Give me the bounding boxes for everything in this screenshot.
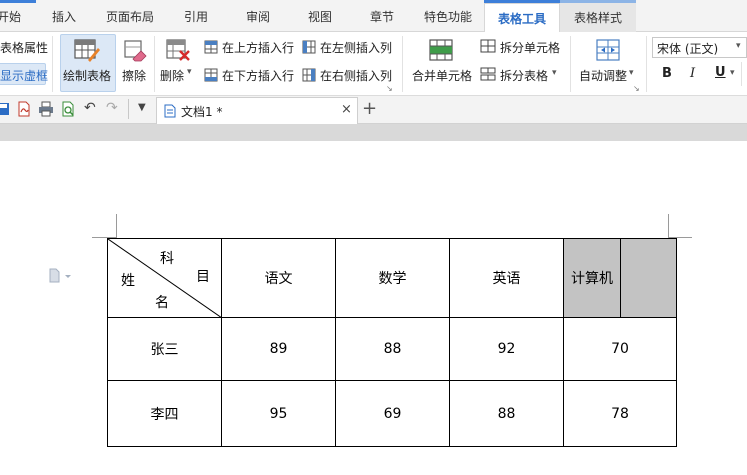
redo-icon[interactable]: ↷ [106, 100, 118, 116]
print-preview-icon[interactable] [60, 101, 76, 117]
split-table-button[interactable]: 拆分表格 [500, 67, 548, 84]
auto-fit-button[interactable]: 自动调整 [579, 67, 627, 84]
header-cell-empty-selected[interactable] [620, 238, 677, 318]
rows-columns-expand-icon[interactable]: ↘ [386, 84, 393, 93]
split-table-icon [480, 67, 496, 81]
page-gap [0, 124, 747, 141]
delete-dropdown-arrow[interactable]: ▾ [187, 67, 192, 77]
qbar-divider [128, 99, 129, 119]
table-properties-button[interactable]: 表格属性 [0, 39, 48, 56]
undo-icon[interactable]: ↶ [84, 100, 96, 116]
diagonal-header-cell[interactable]: 科 目 姓 名 [107, 238, 222, 318]
auto-fit-dropdown-arrow[interactable]: ▾ [629, 68, 634, 78]
insert-row-above-button[interactable]: 在上方插入行 [222, 39, 294, 56]
ribbon-divider [570, 36, 571, 92]
draw-table-button[interactable]: 绘制表格 [63, 67, 111, 84]
paragraph-layout-icon[interactable] [48, 268, 74, 284]
insert-row-below-button[interactable]: 在下方插入行 [222, 67, 294, 84]
underline-dropdown-arrow[interactable]: ▾ [730, 68, 735, 78]
score-cell[interactable]: 78 [563, 380, 677, 447]
ribbon-divider [52, 36, 53, 92]
draw-table-icon [74, 39, 100, 62]
delete-table-icon [166, 39, 190, 61]
customize-dropdown-icon[interactable]: ▼ [138, 102, 146, 113]
row-name-cell[interactable]: 张三 [107, 317, 222, 381]
font-name-value: 宋体 (正文) [657, 42, 719, 56]
tab-view[interactable]: 视图 [302, 0, 338, 32]
split-table-dropdown-arrow[interactable]: ▾ [552, 68, 557, 78]
new-tab-icon[interactable]: + [362, 98, 377, 119]
auto-fit-expand-icon[interactable]: ↘ [633, 84, 640, 93]
split-cells-button[interactable]: 拆分单元格 [500, 39, 560, 56]
insert-row-above-icon [204, 40, 218, 54]
document-tab[interactable]: 文档1 * × [156, 97, 358, 124]
insert-column-right-button[interactable]: 在右侧插入列 [320, 67, 392, 84]
header-cell-math[interactable]: 数学 [335, 238, 450, 318]
score-cell[interactable]: 88 [449, 380, 564, 447]
show-gridlines-button[interactable]: 显示虚框 [0, 67, 48, 84]
table-header-row: 科 目 姓 名 语文 数学 英语 计算机 [107, 238, 677, 318]
header-label-subject-top: 科 [160, 251, 174, 267]
insert-row-below-icon [204, 68, 218, 82]
eraser-icon [124, 40, 147, 62]
print-icon[interactable] [38, 101, 54, 117]
header-cell-computer[interactable]: 计算机 [563, 238, 621, 318]
close-tab-icon[interactable]: × [341, 102, 352, 117]
ribbon-divider [646, 36, 647, 92]
tab-insert[interactable]: 插入 [46, 0, 82, 32]
tab-page-layout[interactable]: 页面布局 [102, 0, 158, 32]
export-pdf-icon[interactable] [16, 101, 32, 117]
score-cell[interactable]: 69 [335, 380, 450, 447]
tab-special-features[interactable]: 特色功能 [418, 0, 478, 32]
save-icon[interactable] [0, 102, 10, 116]
tab-home[interactable]: 开始 [0, 0, 24, 32]
insert-column-left-button[interactable]: 在左侧插入列 [320, 39, 392, 56]
ribbon-divider [402, 36, 403, 92]
score-table: 科 目 姓 名 语文 数学 英语 计算机 张三 89 88 92 70 李四 9… [107, 238, 677, 447]
italic-button[interactable]: I [690, 66, 695, 81]
tab-chapter[interactable]: 章节 [364, 0, 400, 32]
tab-table-style[interactable]: 表格样式 [560, 3, 636, 32]
header-cell-chinese[interactable]: 语文 [221, 238, 336, 318]
document-tab-title: 文档1 * [181, 105, 223, 119]
tab-review[interactable]: 审阅 [240, 0, 276, 32]
menu-tab-bar: 开始 插入 页面布局 引用 审阅 视图 章节 特色功能 表格工具 表格样式 [0, 0, 747, 33]
header-label-name-bottom: 名 [155, 295, 169, 311]
ribbon-divider [741, 62, 742, 86]
font-name-select[interactable]: 宋体 (正文) ▾ [652, 37, 747, 58]
insert-column-left-icon [302, 40, 316, 54]
merge-cells-button[interactable]: 合并单元格 [412, 67, 472, 84]
underline-button[interactable]: U [715, 65, 726, 80]
score-cell[interactable]: 95 [221, 380, 336, 447]
header-label-subject-right: 目 [196, 269, 210, 285]
score-cell[interactable]: 92 [449, 317, 564, 381]
split-cells-icon [480, 39, 496, 53]
bold-button[interactable]: B [662, 66, 672, 81]
font-dropdown-arrow: ▾ [736, 41, 741, 51]
insert-column-right-icon [302, 68, 316, 82]
table-row: 李四 95 69 88 78 [107, 380, 677, 447]
row-name-cell[interactable]: 李四 [107, 380, 222, 447]
score-cell[interactable]: 89 [221, 317, 336, 381]
header-label-name-left: 姓 [121, 273, 135, 289]
merge-cells-icon [429, 39, 453, 61]
auto-fit-icon [596, 39, 620, 61]
header-cell-english[interactable]: 英语 [449, 238, 564, 318]
margin-mark [116, 214, 117, 238]
ribbon-toolbar: 表格属性 显示虚框 绘制表格 擦除 删除 ▾ 在上方插入行 在下方插入行 在左侧… [0, 32, 747, 96]
erase-button[interactable]: 擦除 [122, 67, 146, 84]
delete-button[interactable]: 删除 [160, 67, 184, 84]
score-cell[interactable]: 88 [335, 317, 450, 381]
ribbon-divider [154, 36, 155, 92]
margin-mark [668, 214, 669, 238]
score-cell[interactable]: 70 [563, 317, 677, 381]
tab-references[interactable]: 引用 [176, 0, 216, 32]
table-row: 张三 89 88 92 70 [107, 317, 677, 381]
tab-table-tools[interactable]: 表格工具 [484, 3, 560, 33]
document-icon [164, 104, 176, 118]
